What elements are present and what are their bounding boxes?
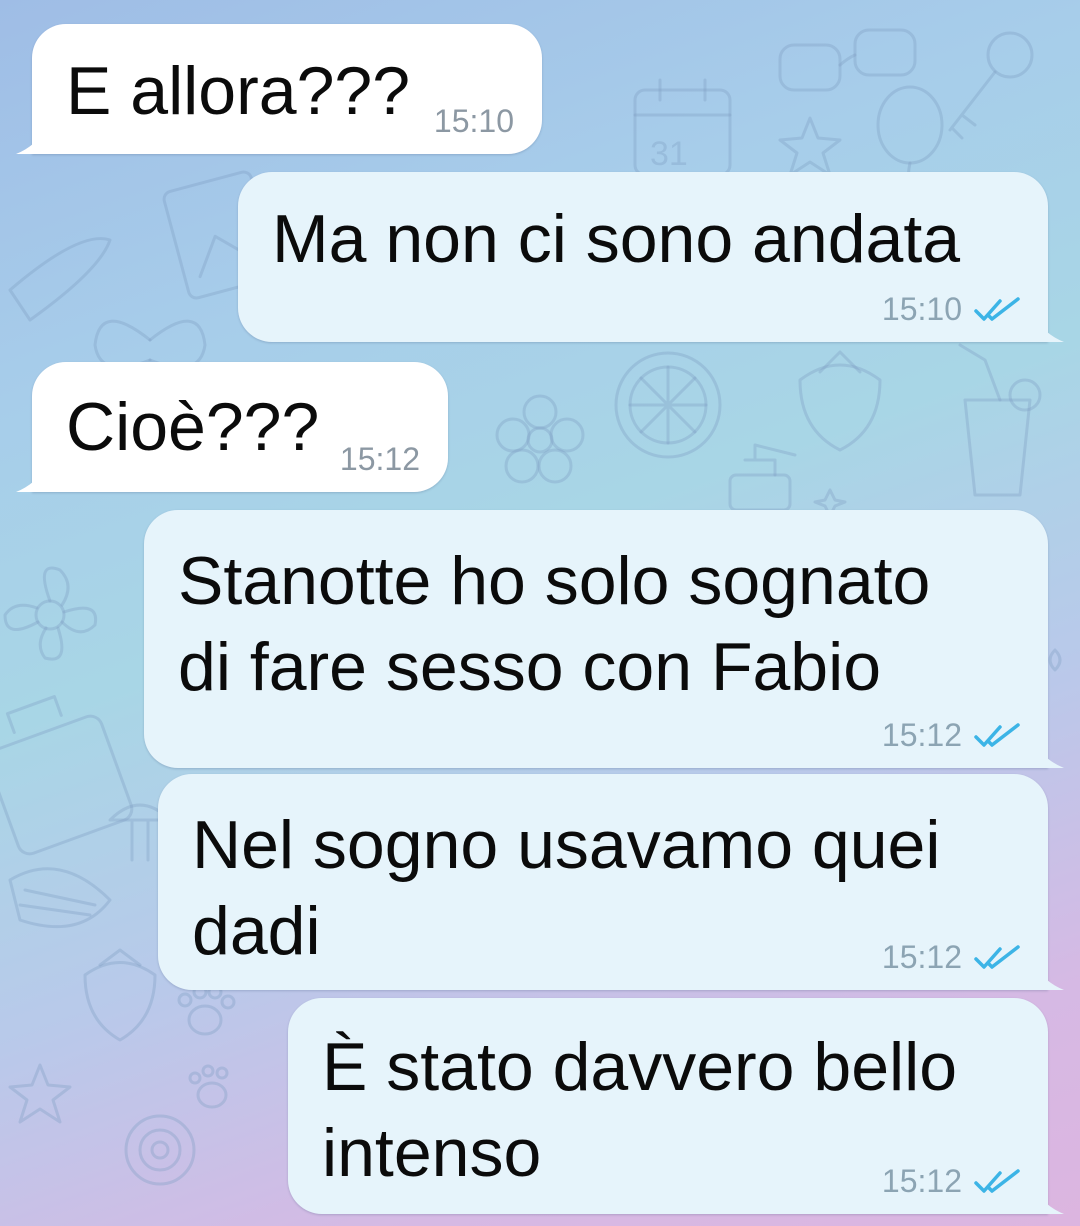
message-meta: 15:10	[434, 103, 514, 140]
message-time: 15:12	[881, 717, 962, 753]
message-bubble-outgoing[interactable]: Nel sogno usavamo quei dadi 15:12	[158, 774, 1048, 990]
message-time: 15:10	[881, 291, 962, 327]
message-meta: 15:12	[882, 717, 1020, 754]
double-check-icon	[974, 296, 1020, 321]
double-check-icon	[974, 944, 1020, 969]
message-text: Nel sogno usavamo quei dadi	[192, 807, 941, 969]
message-text: E allora???	[66, 53, 411, 129]
message-meta: 15:10	[882, 291, 1020, 328]
message-bubble-outgoing[interactable]: È stato davvero bello intenso 15:12	[288, 998, 1048, 1214]
message-text: Stanotte ho solo sognato di fare sesso c…	[178, 543, 931, 705]
message-list[interactable]: E allora??? 15:10 Ma non ci sono andata …	[0, 0, 1080, 1226]
message-bubble-outgoing[interactable]: Stanotte ho solo sognato di fare sesso c…	[144, 510, 1048, 768]
message-bubble-outgoing[interactable]: Ma non ci sono andata 15:10	[238, 172, 1048, 342]
message-time: 15:12	[339, 441, 420, 477]
double-check-icon	[974, 722, 1020, 747]
message-text: Ma non ci sono andata	[272, 201, 961, 277]
message-meta: 15:12	[882, 939, 1020, 976]
message-meta: 15:12	[882, 1163, 1020, 1200]
message-meta: 15:12	[340, 441, 420, 478]
message-text: Cioè???	[66, 389, 320, 465]
message-bubble-incoming[interactable]: Cioè??? 15:12	[32, 362, 448, 492]
message-text: È stato davvero bello intenso	[322, 1029, 958, 1191]
message-bubble-incoming[interactable]: E allora??? 15:10	[32, 24, 542, 154]
message-time: 15:12	[881, 939, 962, 975]
message-time: 15:10	[433, 103, 514, 139]
message-time: 15:12	[881, 1163, 962, 1199]
double-check-icon	[974, 1168, 1020, 1193]
